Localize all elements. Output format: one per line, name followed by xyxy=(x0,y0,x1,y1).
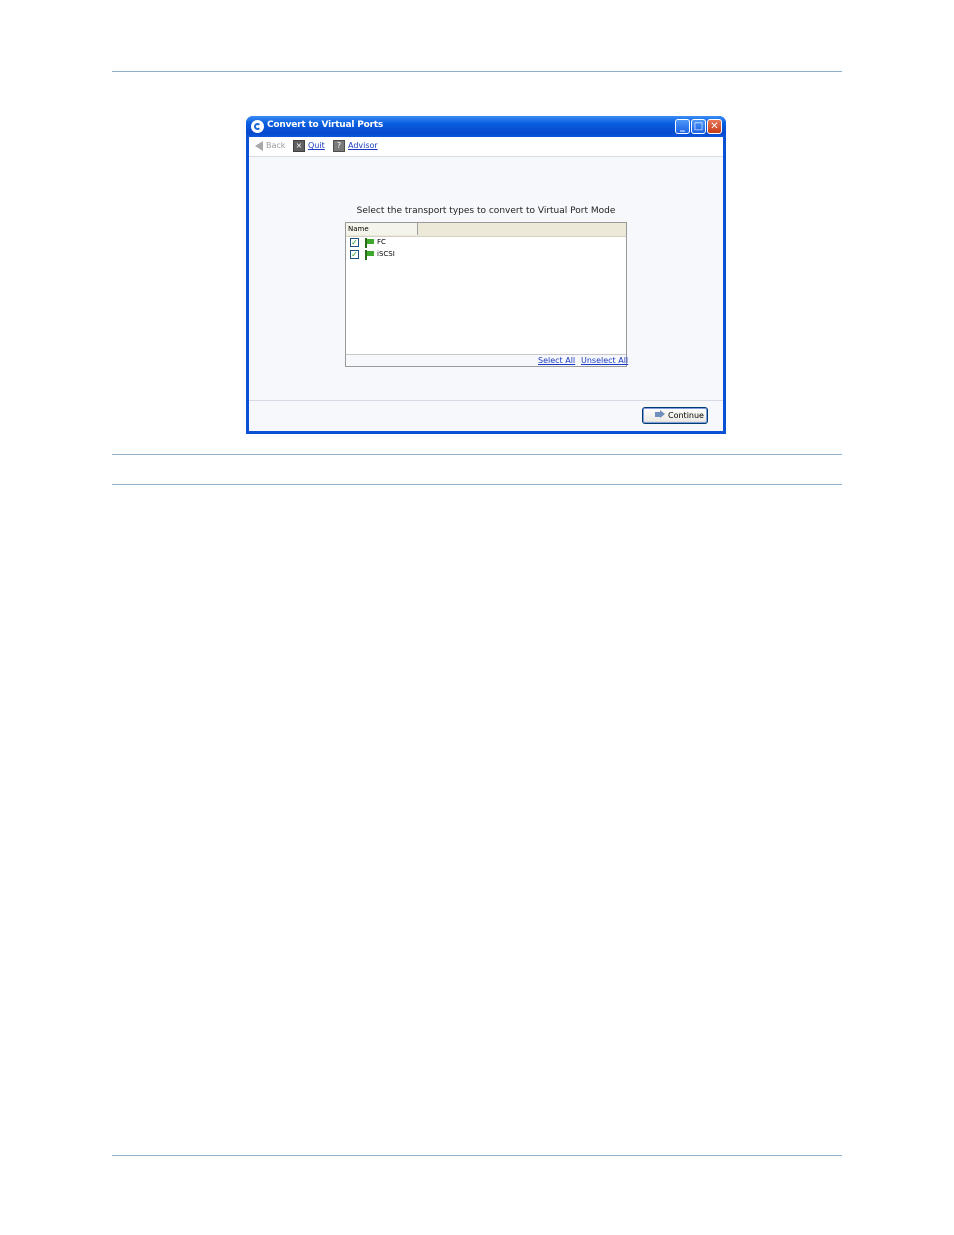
iscsi-checkbox[interactable]: ✓ xyxy=(350,250,359,259)
advisor-label: Advisor xyxy=(348,141,378,150)
footer-divider xyxy=(249,400,723,401)
window-titlebar[interactable]: Convert to Virtual Ports _ □ ✕ xyxy=(246,116,726,137)
advisor-button[interactable]: ? Advisor xyxy=(333,140,378,152)
unselect-all-link[interactable]: Unselect All xyxy=(581,355,628,366)
arrow-right-icon xyxy=(655,410,665,418)
instruction-text: Select the transport types to convert to… xyxy=(356,206,616,216)
list-footer: Select All Unselect All xyxy=(346,354,628,366)
flag-icon xyxy=(365,250,374,260)
back-button[interactable]: Back xyxy=(255,140,285,152)
column-header-name[interactable]: Name xyxy=(346,223,418,235)
quit-icon: × xyxy=(293,140,305,152)
page-header-rule xyxy=(112,71,842,72)
advisor-icon: ? xyxy=(333,140,345,152)
flag-icon xyxy=(365,238,374,248)
app-logo-icon xyxy=(251,120,264,133)
close-button[interactable]: ✕ xyxy=(707,119,722,134)
fc-label: FC xyxy=(377,238,386,246)
transport-type-list[interactable]: Name ✓ FC ✓ iSCSI Select All Unselect Al… xyxy=(345,222,628,367)
continue-label: Continue xyxy=(668,411,704,420)
wizard-toolbar: Back × Quit ? Advisor xyxy=(249,137,723,157)
quit-label: Quit xyxy=(308,141,325,150)
continue-button[interactable]: Continue xyxy=(642,407,708,424)
fc-checkbox[interactable]: ✓ xyxy=(350,238,359,247)
back-arrow-icon xyxy=(255,141,263,151)
caption-bottom-rule xyxy=(112,484,842,485)
page-footer-rule xyxy=(112,1155,842,1156)
maximize-button[interactable]: □ xyxy=(691,119,706,134)
select-all-link[interactable]: Select All xyxy=(538,355,575,366)
convert-virtual-ports-window: Convert to Virtual Ports _ □ ✕ Back × Qui… xyxy=(246,116,726,434)
list-header: Name xyxy=(346,223,626,237)
iscsi-label: iSCSI xyxy=(377,250,395,258)
quit-button[interactable]: × Quit xyxy=(293,140,325,152)
window-title: Convert to Virtual Ports xyxy=(267,120,384,130)
back-label: Back xyxy=(266,141,286,150)
minimize-button[interactable]: _ xyxy=(675,119,690,134)
caption-top-rule xyxy=(112,454,842,455)
window-client-area: Back × Quit ? Advisor Select the transport… xyxy=(249,137,723,431)
